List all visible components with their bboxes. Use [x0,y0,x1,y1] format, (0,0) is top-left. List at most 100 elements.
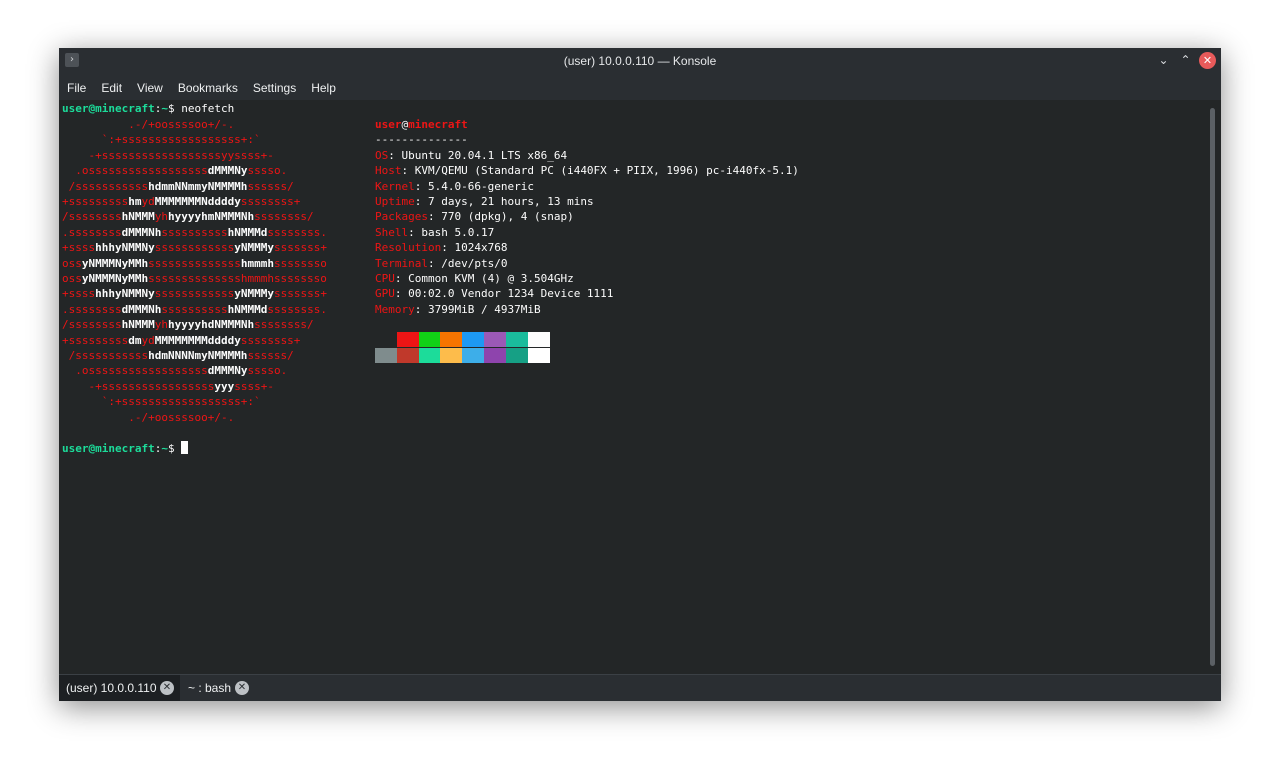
info-value: KVM/QEMU (Standard PC (i440FX + PIIX, 19… [414,164,799,178]
logo-segment: ssssssss+ [240,195,301,208]
close-icon[interactable]: ✕ [1199,52,1216,69]
tab-label: ~ : bash [188,681,232,695]
menu-file[interactable]: File [59,74,93,100]
logo-segment: ssssssss. [267,225,327,239]
title-bar[interactable]: › (user) 10.0.0.110 — Konsole ⌄ ⌃ ✕ [59,48,1221,74]
logo-line: `:+ssssssssssssssssss+:` [62,132,261,147]
prompt-path: ~ [161,442,168,455]
menu-view[interactable]: View [129,74,170,100]
logo-segment: MMMMMMMMddddy [154,333,241,347]
scrollbar[interactable] [1205,100,1221,674]
logo-segment: yh [154,318,168,332]
logo-segment: ssssssso [273,256,327,270]
logo-segment: yh [154,210,168,224]
info-row: CPU: Common KVM (4) @ 3.504GHz [375,271,574,286]
logo-line: .ssssssssdMMMNhsssssssssshNMMMdssssssss. [62,225,327,240]
menu-edit[interactable]: Edit [93,74,129,100]
logo-segment: ssssss/ [247,349,294,362]
menu-bookmarks[interactable]: Bookmarks [170,74,245,100]
logo-segment: /sssssssssss [62,179,149,193]
logo-segment: ssssssss/ [254,210,314,224]
info-key: Uptime [375,195,415,208]
text-cursor [181,441,189,454]
info-value: 5.4.0-66-generic [428,179,534,193]
tab-session-remote[interactable]: (user) 10.0.0.110 ✕ [59,675,180,701]
info-separator: : [394,287,409,301]
logo-segment: dMMMNh [121,225,162,239]
logo-segment: dMMMNh [121,302,162,316]
scrollbar-thumb[interactable] [1210,108,1215,666]
logo-segment: /ssssssss [62,318,122,332]
logo-line: `:+ssssssssssssssssss+:` [62,394,261,409]
logo-line: /sssssssshNMMMyhhyyyyhdNMMMNhssssssss/ [62,317,314,332]
info-key: CPU [375,272,395,285]
maximize-icon[interactable]: ⌃ [1177,52,1194,69]
color-swatch [527,332,550,347]
color-swatch [375,332,397,347]
logo-segment: yNMMMy [234,241,274,255]
info-separator: : [414,195,428,208]
prompt-symbol: $ [167,102,175,115]
info-key: Resolution [375,241,442,255]
color-swatch [505,332,528,347]
prompt-path: ~ [161,102,168,115]
logo-line: ossyNMMMNyMMhsssssssssssssshmmmhssssssso [62,256,327,271]
logo-line: -+sssssssssssssssssyyyssss+- [62,379,274,394]
info-value: 7 days, 21 hours, 13 mins [428,195,594,208]
logo-segment: sssssss+ [273,241,327,255]
tab-close-icon[interactable]: ✕ [160,681,174,695]
logo-segment: ssss+- [234,379,274,393]
logo-line: .ossssssssssssssssssdMMMNysssso. [62,163,287,178]
tab-close-icon[interactable]: ✕ [235,681,249,695]
logo-segment: yNMMMNyMMh [81,272,149,285]
info-row: OS: Ubuntu 20.04.1 LTS x86_64 [375,148,567,163]
color-swatch [418,332,441,347]
logo-segment: dMMMNy [207,364,248,378]
info-separator: : [427,210,442,224]
logo-segment: hmmmh [240,256,274,270]
logo-segment: ssssssss+ [240,333,301,347]
logo-line: +sssssssssdmydMMMMMMMMddddyssssssss+ [62,333,300,348]
prompt-user-host: user@minecraft [62,102,155,115]
info-value: Ubuntu 20.04.1 LTS x86_64 [401,148,568,162]
logo-segment: hhhyNMMNy [95,241,155,255]
konsole-window: › (user) 10.0.0.110 — Konsole ⌄ ⌃ ✕ File… [59,48,1221,701]
logo-segment: hNMMMd [227,302,268,316]
color-swatch [505,347,528,363]
info-user: user [375,118,402,131]
logo-segment: yNMMMNyMMh [81,256,149,270]
logo-segment: sssso. [247,164,288,178]
info-value: 3799MiB / 4937MiB [428,302,541,316]
info-row: Memory: 3799MiB / 4937MiB [375,302,541,317]
logo-segment: .ssssssss [62,225,122,239]
info-key: Packages [375,210,428,224]
info-row: Shell: bash 5.0.17 [375,225,494,240]
logo-line: +sssshhhyNMMNyssssssssssssyNMMMysssssss+ [62,240,327,255]
info-separator: : [408,225,422,239]
tab-session-bash[interactable]: ~ : bash ✕ [181,675,263,701]
color-swatch [462,347,485,363]
info-value: Common KVM (4) @ 3.504GHz [408,272,574,285]
info-key: Memory [375,302,415,316]
logo-segment: `:+ssssssssssssssssss+:` [62,133,261,147]
active-prompt-line[interactable]: user@minecraft:~$ [62,441,189,456]
logo-segment: hyyyyhmNMMMNh [167,210,255,224]
logo-line: .-/+oossssoo+/-. [62,117,234,132]
logo-line: -+ssssssssssssssssssyyssss+- [62,148,273,163]
logo-segment: /ssssssss [62,210,122,224]
info-separator: : [401,164,415,178]
logo-segment: hNMMM [121,210,155,224]
info-key: Terminal [375,256,428,270]
logo-segment: dMMMNy [207,164,248,178]
command-line: user@minecraft:~$ neofetch [62,101,234,116]
prompt-symbol: $ [167,442,175,455]
minimize-icon[interactable]: ⌄ [1155,52,1172,69]
menu-settings[interactable]: Settings [245,74,303,100]
logo-segment: sssssssssssssshmmmhssssssso [148,272,327,285]
window-title: (user) 10.0.0.110 — Konsole [563,54,717,68]
logo-segment: hNMMM [121,318,155,332]
menu-help[interactable]: Help [303,74,343,100]
logo-segment: -+sssssssssssssssss [62,379,215,393]
terminal-output[interactable]: user@minecraft:~$ neofetch .-/+oossssoo+… [59,100,1205,674]
logo-segment: oss [62,256,82,270]
